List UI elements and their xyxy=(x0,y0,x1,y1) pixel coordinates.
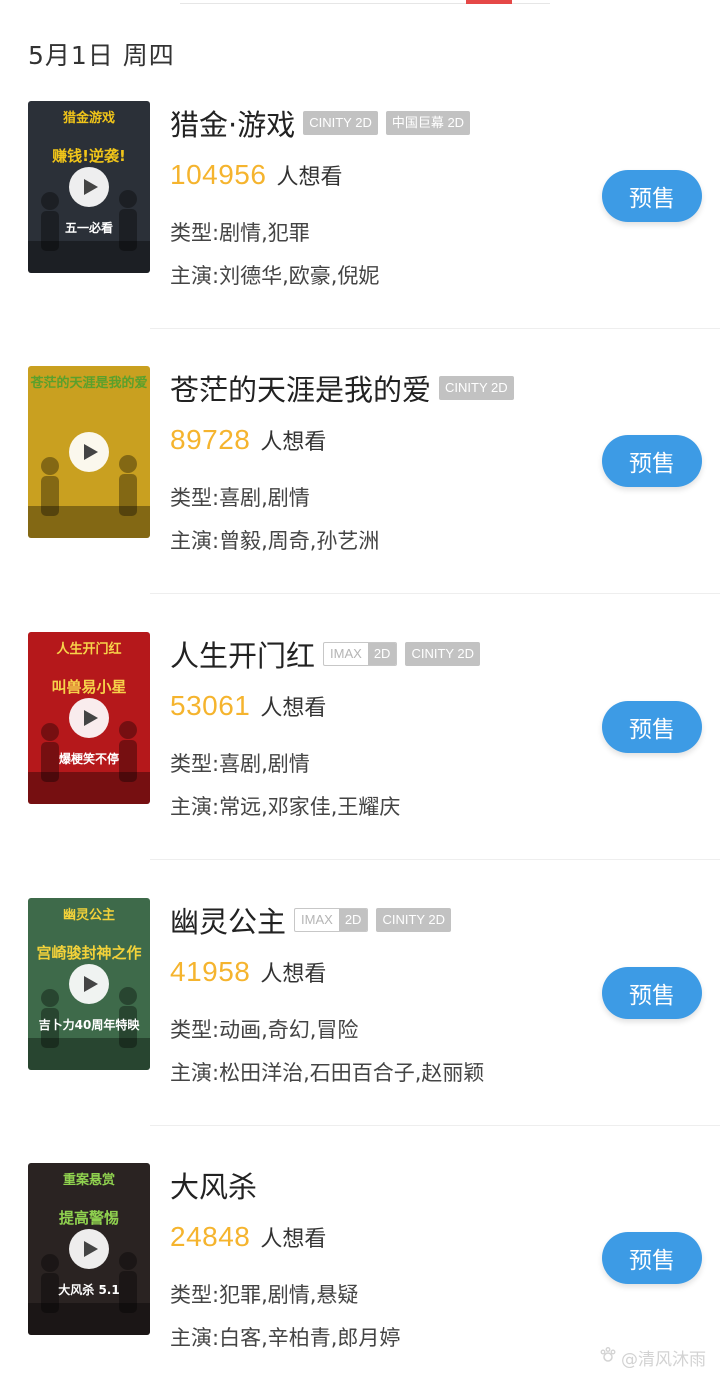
poster-tagline-art: 赚钱!逆袭! xyxy=(52,147,126,165)
play-trailer-icon[interactable] xyxy=(69,167,109,207)
movie-title-row: 猎金·游戏 CINITY 2D 中国巨幕 2D xyxy=(170,101,471,145)
row-divider xyxy=(150,1125,720,1126)
want-to-see-label: 人想看 xyxy=(260,696,327,721)
movie-poster[interactable]: 人生开门红叫兽易小星爆梗笑不停 xyxy=(28,632,150,804)
want-to-see-label: 人想看 xyxy=(276,165,343,190)
watermark-text: @清风沐雨 xyxy=(621,1350,706,1370)
poster-title-art: 重案悬赏 xyxy=(62,1173,115,1188)
play-trailer-icon[interactable] xyxy=(69,698,109,738)
date-heading: 5月1日 周四 xyxy=(28,41,175,70)
format-tag-imax: IMAX 2D xyxy=(294,908,369,932)
format-tag-label: IMAX xyxy=(330,646,362,661)
format-tag: CINITY 2D xyxy=(439,376,514,400)
want-to-see-label: 人想看 xyxy=(260,962,327,987)
want-to-see-label: 人想看 xyxy=(260,1227,327,1252)
poster-subtag-art: 吉卜力40周年特映 xyxy=(38,1018,140,1032)
movie-title-row: 人生开门红 IMAX 2D CINITY 2D xyxy=(170,632,481,676)
movie-cast: 主演:白客,辛柏青,郎月婷 xyxy=(170,1326,401,1350)
row-divider xyxy=(150,859,720,860)
poster-title-art: 人生开门红 xyxy=(56,642,122,657)
format-tag-sub: 2D xyxy=(367,643,397,665)
poster-subtag-art: 爆梗笑不停 xyxy=(58,752,119,766)
want-to-see-row: 104956 人想看 xyxy=(170,159,342,203)
movie-title[interactable]: 人生开门红 xyxy=(170,633,315,675)
movie-cast: 主演:曾毅,周奇,孙艺洲 xyxy=(170,529,380,553)
row-divider xyxy=(150,593,720,594)
want-to-see-count: 24848 xyxy=(170,1221,251,1252)
movie-poster[interactable]: 猎金游戏赚钱!逆袭! 五一必看 xyxy=(28,101,150,273)
poster-subtag-art: 大风杀 5.1 xyxy=(58,1283,120,1297)
movie-genre: 类型:剧情,犯罪 xyxy=(170,221,310,245)
want-to-see-count: 41958 xyxy=(170,956,251,987)
format-tag: CINITY 2D xyxy=(303,111,378,135)
paw-icon xyxy=(599,1346,617,1369)
movie-title[interactable]: 猎金·游戏 xyxy=(170,102,295,144)
play-trailer-icon[interactable] xyxy=(69,964,109,1004)
movie-item[interactable]: 苍茫的天涯是我的爱 苍茫的天涯是我的爱 CINITY 2D 89728 人想看类型:喜剧… xyxy=(0,366,720,631)
movie-cast: 主演:常远,邓家佳,王耀庆 xyxy=(170,795,401,819)
movie-cast: 主演:刘德华,欧豪,倪妮 xyxy=(170,264,380,288)
poster-title-art: 猎金游戏 xyxy=(62,111,115,126)
poster-title-art: 幽灵公主 xyxy=(62,908,115,923)
want-to-see-count: 53061 xyxy=(170,690,251,721)
poster-title-art: 苍茫的天涯是我的爱 xyxy=(30,376,148,391)
movie-item[interactable]: 人生开门红 叫兽易小星 爆梗笑不停 人生开门红 IMAX 2D CINITY 2D 53061… xyxy=(0,632,720,897)
movie-poster[interactable]: 重案悬赏提高警惕大风杀 5.1 xyxy=(28,1163,150,1335)
row-divider xyxy=(150,328,720,329)
presale-button[interactable]: 预售 xyxy=(602,1232,702,1284)
format-tag: CINITY 2D xyxy=(405,642,481,666)
format-tag: 中国巨幕 2D xyxy=(385,111,471,135)
want-to-see-label: 人想看 xyxy=(260,430,327,455)
presale-button[interactable]: 预售 xyxy=(602,170,702,222)
want-to-see-row: 53061 人想看 xyxy=(170,690,326,734)
format-tag-imax: IMAX 2D xyxy=(323,642,398,666)
movie-title[interactable]: 大风杀 xyxy=(170,1164,257,1206)
watermark: @清风沐雨 xyxy=(599,1345,706,1370)
poster-tagline-art: 宫崎骏封神之作 xyxy=(36,944,142,962)
movie-title-row: 苍茫的天涯是我的爱 CINITY 2D xyxy=(170,366,514,410)
format-tag-sub: 2D xyxy=(338,909,368,931)
movie-poster[interactable]: 幽灵公主宫崎骏封神之作吉卜力40周年特映 xyxy=(28,898,150,1070)
movie-poster[interactable]: 苍茫的天涯是我的爱 xyxy=(28,366,150,538)
movie-genre: 类型:动画,奇幻,冒险 xyxy=(170,1018,359,1042)
want-to-see-row: 24848 人想看 xyxy=(170,1221,326,1265)
movie-title[interactable]: 苍茫的天涯是我的爱 xyxy=(170,367,431,409)
poster-subtag-art: 五一必看 xyxy=(64,221,113,235)
presale-button[interactable]: 预售 xyxy=(602,967,702,1019)
movie-cast: 主演:松田洋治,石田百合子,赵丽颖 xyxy=(170,1061,485,1085)
movie-title[interactable]: 幽灵公主 xyxy=(170,899,286,941)
movie-title-row: 幽灵公主 IMAX 2D CINITY 2D xyxy=(170,898,452,942)
movie-item[interactable]: 猎金游戏赚钱!逆袭! 五一必看 猎金·游戏 CINITY 2D 中国巨幕 2D 10495… xyxy=(0,101,720,366)
want-to-see-row: 89728 人想看 xyxy=(170,424,326,468)
want-to-see-count: 89728 xyxy=(170,424,251,455)
play-trailer-icon[interactable] xyxy=(69,1229,109,1269)
presale-button[interactable]: 预售 xyxy=(602,701,702,753)
format-tag-label: IMAX xyxy=(301,912,333,927)
want-to-see-count: 104956 xyxy=(170,159,267,190)
active-tab-indicator xyxy=(466,0,512,4)
movie-genre: 类型:喜剧,剧情 xyxy=(170,752,310,776)
poster-tagline-art: 叫兽易小星 xyxy=(51,678,127,696)
movie-item[interactable]: 幽灵公主 宫崎骏封神之作 吉卜力40周年特映 幽灵公主 IMAX 2D CINITY 2D 4… xyxy=(0,898,720,1163)
top-tab-strip xyxy=(0,0,720,6)
want-to-see-row: 41958 人想看 xyxy=(170,956,326,1000)
format-tag: CINITY 2D xyxy=(376,908,452,932)
poster-tagline-art: 提高警惕 xyxy=(58,1209,119,1227)
movie-genre: 类型:犯罪,剧情,悬疑 xyxy=(170,1283,359,1307)
presale-button[interactable]: 预售 xyxy=(602,435,702,487)
movie-title-row: 大风杀 xyxy=(170,1163,257,1207)
play-trailer-icon[interactable] xyxy=(69,432,109,472)
movie-genre: 类型:喜剧,剧情 xyxy=(170,486,310,510)
